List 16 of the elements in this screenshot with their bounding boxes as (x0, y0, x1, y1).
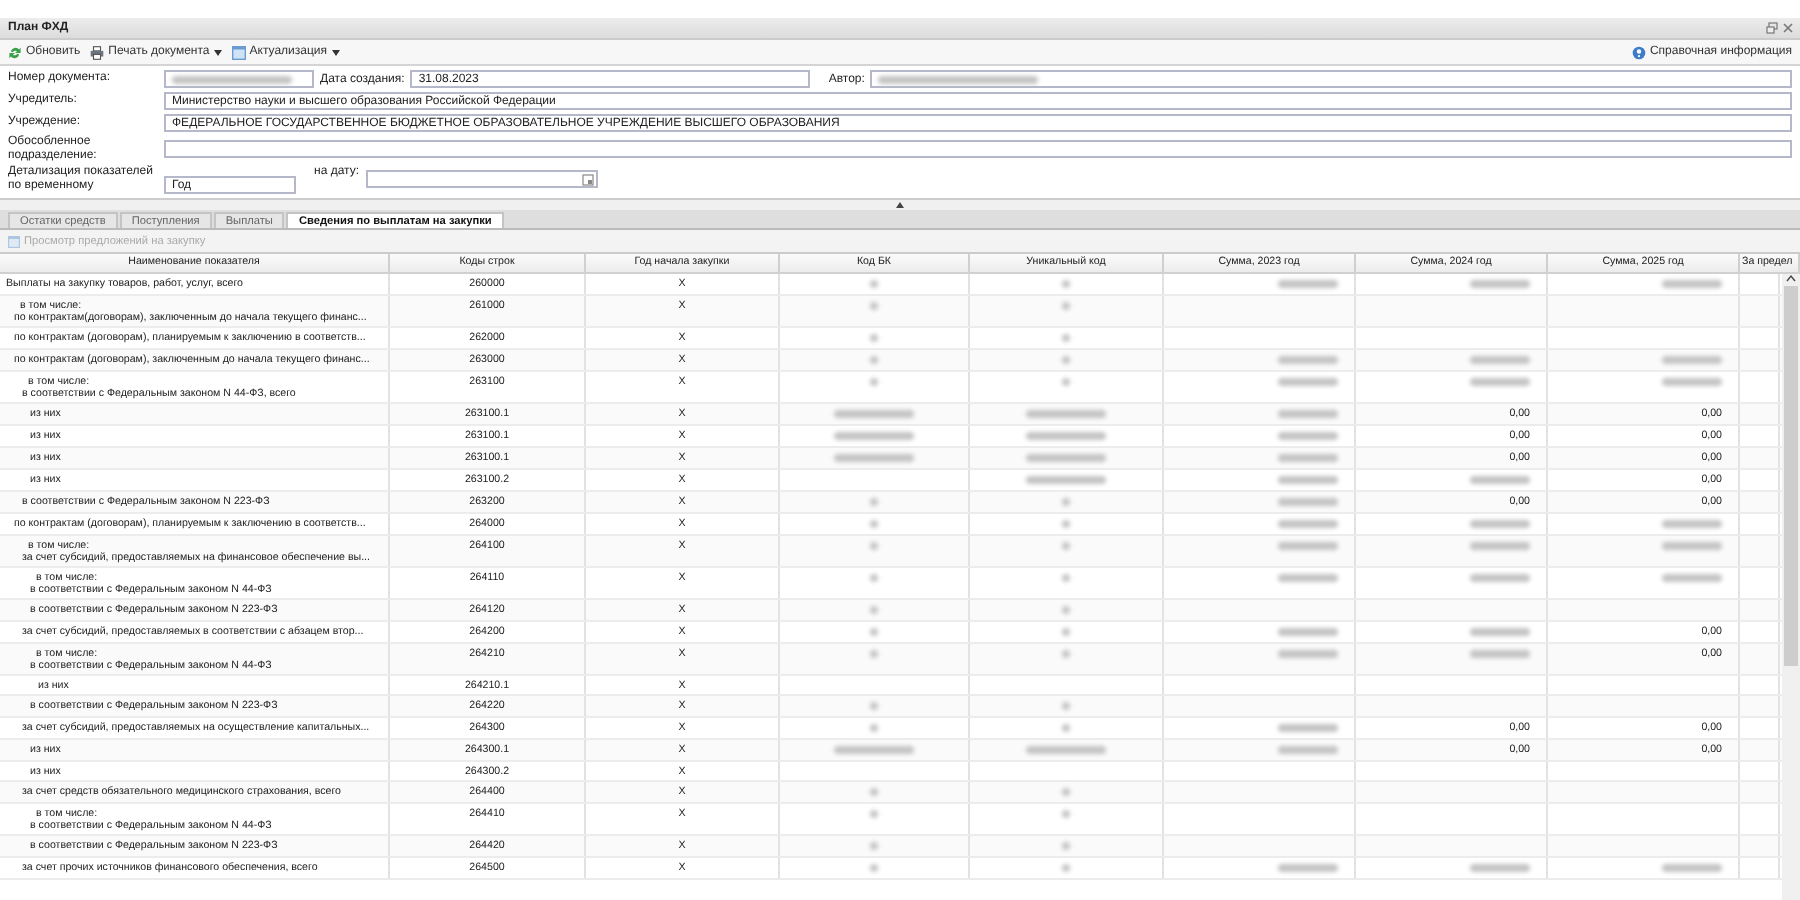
scrollbar[interactable] (1782, 274, 1800, 900)
document-icon (231, 45, 246, 59)
document-number-field[interactable] (164, 70, 314, 88)
calendar-icon[interactable] (581, 173, 594, 185)
author-field[interactable] (870, 70, 1792, 88)
scroll-up-icon[interactable] (1786, 274, 1796, 282)
close-icon[interactable] (1782, 22, 1794, 34)
caret-icon (213, 49, 222, 55)
help-icon (1631, 45, 1646, 59)
date-field[interactable] (365, 170, 598, 188)
subdivision-field[interactable] (164, 140, 1792, 158)
refresh-icon (8, 45, 22, 59)
printer-icon (90, 45, 105, 59)
document-icon (8, 235, 20, 247)
caret-icon (331, 49, 340, 55)
restore-icon[interactable] (1766, 22, 1778, 34)
